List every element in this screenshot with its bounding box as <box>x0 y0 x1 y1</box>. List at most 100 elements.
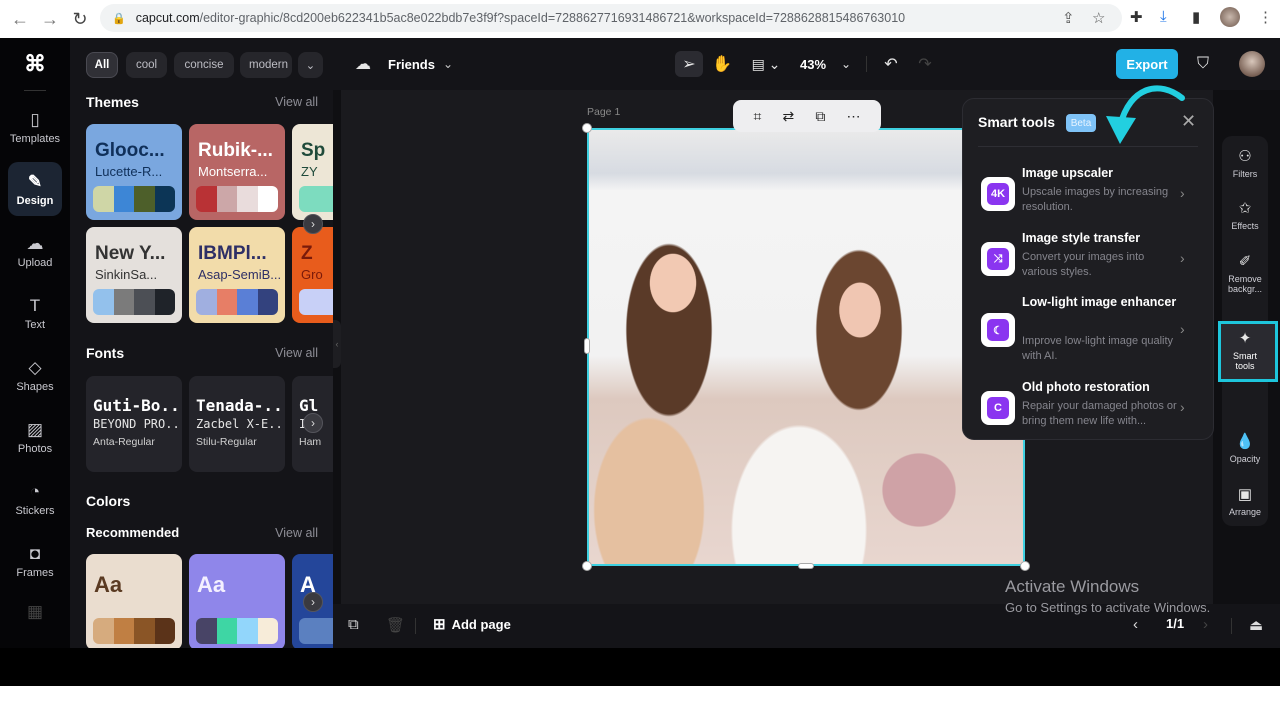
replace-icon[interactable]: ⇄ <box>783 108 795 125</box>
color-palette-card[interactable]: Aa <box>86 554 182 648</box>
nav-more[interactable]: ▦ <box>8 586 62 640</box>
redo-icon[interactable]: ↷ <box>915 51 935 77</box>
panel-collapse-handle[interactable]: ‹ <box>333 320 341 368</box>
colors-next-button[interactable]: › <box>303 592 323 612</box>
remove-background-icon: ✐ <box>1238 253 1252 270</box>
theme-card[interactable]: IBMPl... Asap-SemiB... <box>189 227 285 323</box>
nav-photos[interactable]: ▨ Photos <box>8 410 62 464</box>
theme-card[interactable]: Glooc... Lucette-R... <box>86 124 182 220</box>
chip-cool[interactable]: cool <box>126 52 167 78</box>
font-combo-card[interactable]: Tenada-... Zacbel X-E... Stilu-Regular <box>189 376 285 472</box>
nav-templates[interactable]: ▯ Templates <box>8 100 62 154</box>
user-avatar[interactable] <box>1239 51 1265 77</box>
browser-toolbar: ← → ↻ 🔒 capcut.com/editor-graphic/8cd200… <box>0 0 1280 38</box>
font-combo-card[interactable]: Guti-Bo... BEYOND PRO... Anta-Regular <box>86 376 182 472</box>
theme-card[interactable]: New Y... SinkinSa... <box>86 227 182 323</box>
zoom-chevron-icon[interactable]: ⌄ <box>841 51 851 77</box>
rail-item-filters[interactable]: ⚇ Filters <box>1222 148 1268 179</box>
color-swatch <box>154 186 175 212</box>
capcut-logo[interactable]: ⌘ <box>22 52 48 76</box>
download-icon[interactable]: ⤓ <box>1160 8 1167 25</box>
nav-upload[interactable]: ☁ Upload <box>8 224 62 278</box>
rail-item-remove-backgr[interactable]: ✐ Remove backgr... <box>1222 253 1268 294</box>
nav-shapes[interactable]: ◇ Shapes <box>8 348 62 402</box>
select-tool-icon[interactable]: ➢ <box>675 51 703 77</box>
resize-handle-bottom-left[interactable] <box>582 561 592 571</box>
colors-recommended: Recommended <box>86 525 180 540</box>
export-button[interactable]: Export <box>1116 49 1178 79</box>
forward-icon[interactable]: → <box>36 5 64 33</box>
theme-card[interactable]: Z Gro <box>292 227 333 323</box>
address-bar[interactable]: 🔒 capcut.com/editor-graphic/8cd200eb6223… <box>100 4 1122 32</box>
chip-concise[interactable]: concise <box>174 52 234 78</box>
fonts-view-all[interactable]: View all <box>275 346 318 360</box>
nav-design[interactable]: ✎ Design <box>8 162 62 216</box>
project-name[interactable]: Friends <box>388 51 435 77</box>
menu-icon[interactable]: ⋮ <box>1258 8 1273 26</box>
chip-modern[interactable]: modern <box>240 52 292 78</box>
theme-body-font: ZY <box>301 164 318 179</box>
back-icon[interactable]: ← <box>6 5 34 33</box>
layout-menu-icon[interactable]: ▤ ⌄ <box>748 51 784 77</box>
themes-title: Themes <box>86 94 139 110</box>
theme-heading-font: Z <box>301 243 313 264</box>
nav-text[interactable]: T Text <box>8 286 62 340</box>
color-palette-card[interactable]: Aa <box>189 554 285 648</box>
chevron-right-icon: › <box>1180 185 1185 201</box>
reload-icon[interactable]: ↻ <box>66 5 94 33</box>
colors-view-all[interactable]: View all <box>275 526 318 540</box>
color-swatch <box>237 186 258 212</box>
rail-item-opacity[interactable]: 💧 Opacity <box>1222 433 1268 464</box>
profile-icon[interactable] <box>1220 7 1240 27</box>
rail-item-smart-tools[interactable]: ✦ Smart tools <box>1222 330 1268 371</box>
duplicate-icon[interactable]: ⧉ <box>815 108 825 125</box>
extensions-icon[interactable]: ✚ <box>1130 8 1143 26</box>
color-swatch <box>134 186 155 212</box>
project-menu-chevron-icon[interactable]: ⌄ <box>443 51 453 77</box>
chevron-left-icon: ‹ <box>335 339 339 349</box>
color-swatch <box>93 618 114 644</box>
theme-card[interactable]: Rubik-... Montserra... <box>189 124 285 220</box>
star-icon[interactable]: ☆ <box>1092 9 1105 27</box>
sidebar-icon[interactable]: ▮ <box>1192 8 1200 26</box>
shield-check-icon[interactable]: ⛉ <box>1193 51 1213 77</box>
palette-sample-text: Aa <box>94 572 123 597</box>
undo-icon[interactable]: ↶ <box>881 51 901 77</box>
color-swatch <box>257 618 278 644</box>
rail-item-effects[interactable]: ✩ Effects <box>1222 200 1268 231</box>
color-swatch <box>196 289 217 315</box>
delete-page-icon[interactable]: 🗑 <box>386 616 405 634</box>
theme-card[interactable]: Sp ZY <box>292 124 333 220</box>
font-body: Stilu-Regular <box>196 436 257 448</box>
resize-handle-bottom-right[interactable] <box>1020 561 1030 571</box>
url-path: /editor-graphic/8cd200eb622341b5ac8e022b… <box>199 11 906 25</box>
nav-frames[interactable]: ◘ Frames <box>8 534 62 588</box>
share-icon[interactable]: ⇪ <box>1062 9 1075 27</box>
nav-stickers[interactable]: ◔ Stickers <box>8 472 62 526</box>
lock-page-icon[interactable]: ⏏ <box>1249 616 1263 634</box>
resize-handle-left[interactable] <box>584 338 590 354</box>
rail-item-arrange[interactable]: ▣ Arrange <box>1222 486 1268 517</box>
resize-handle-top-left[interactable] <box>582 123 592 133</box>
color-swatch <box>237 289 258 315</box>
themes-next-button[interactable]: › <box>303 214 323 234</box>
zoom-level[interactable]: 43% <box>800 51 826 77</box>
more-icon[interactable]: ⋯ <box>846 108 860 125</box>
hand-tool-icon[interactable]: ✋ <box>711 51 733 77</box>
crop-icon[interactable]: ⌗ <box>754 108 762 125</box>
prev-page-icon[interactable]: ‹ <box>1133 616 1138 633</box>
color-swatch <box>134 618 155 644</box>
rail-label: Arrange <box>1228 507 1262 517</box>
chips-expand-button[interactable]: ⌄ <box>298 52 323 78</box>
fonts-next-button[interactable]: › <box>303 413 323 433</box>
resize-handle-bottom[interactable] <box>798 563 814 569</box>
chip-all[interactable]: All <box>86 52 118 78</box>
font-body: Anta-Regular <box>93 436 155 448</box>
add-page-button[interactable]: ⊞ Add page <box>433 615 511 633</box>
next-page-icon[interactable]: › <box>1203 616 1208 633</box>
color-swatch <box>216 618 237 644</box>
duplicate-page-icon[interactable]: ⧉ <box>348 616 359 633</box>
selected-photo[interactable] <box>587 128 1025 566</box>
tool-name: Image style transfer <box>1022 231 1141 245</box>
themes-view-all[interactable]: View all <box>275 95 318 109</box>
